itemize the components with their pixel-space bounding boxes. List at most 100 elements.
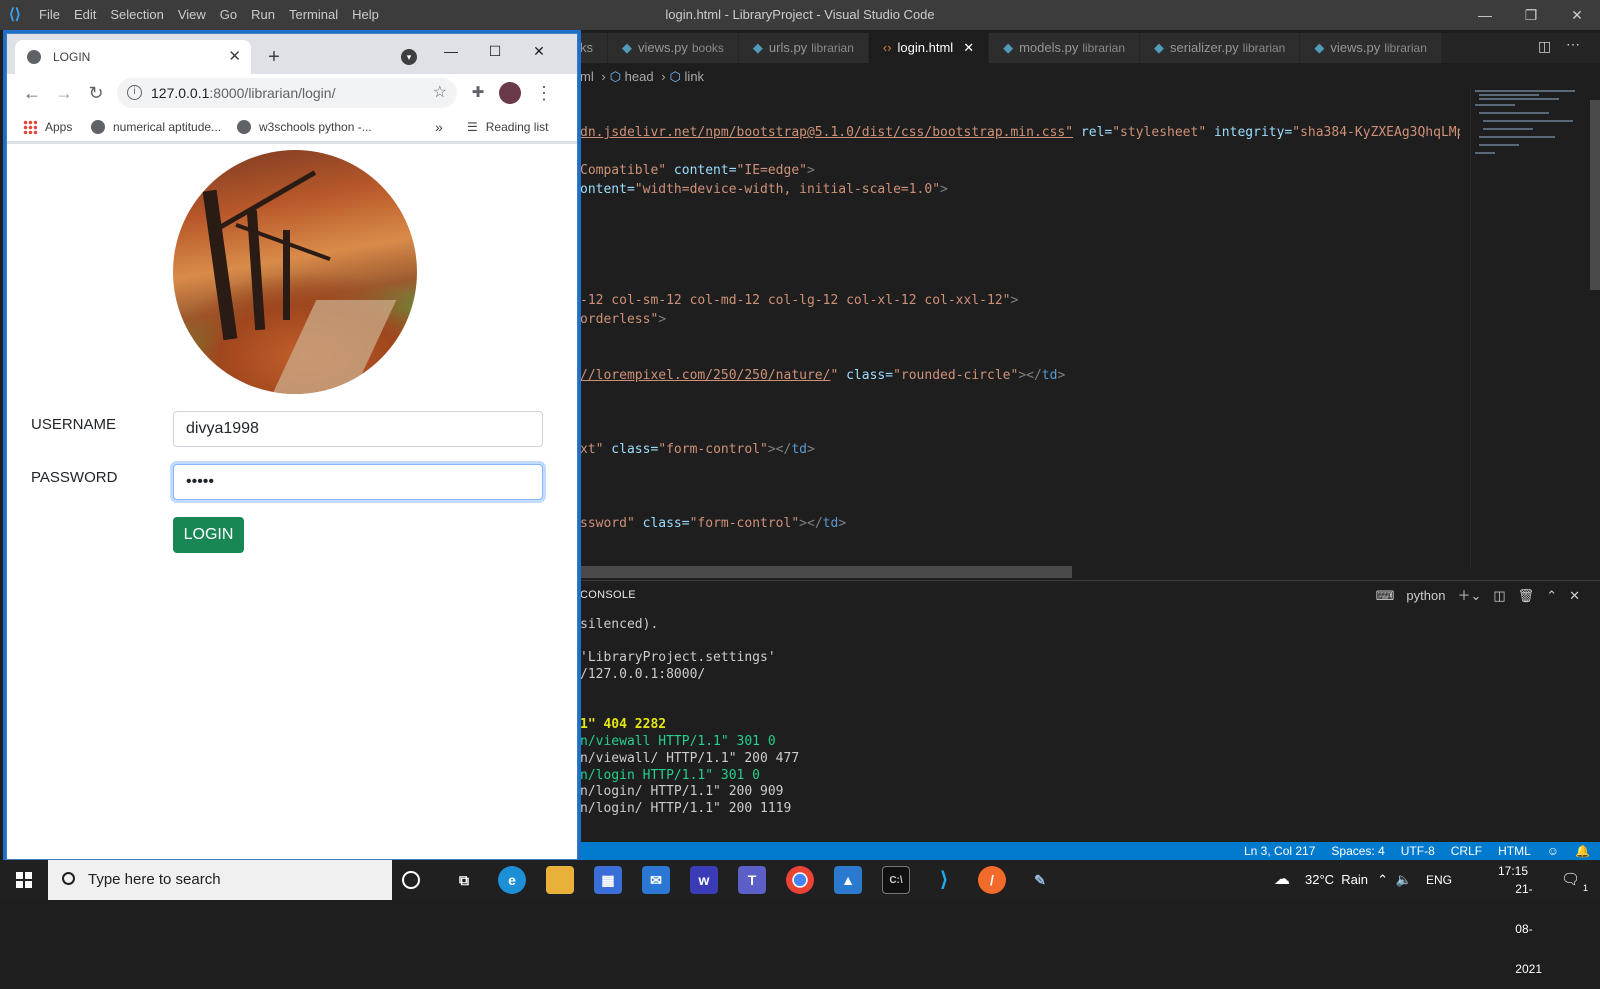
menu-kebab-icon[interactable]: ⋮ bbox=[529, 78, 559, 108]
close-window-icon[interactable]: ✕ bbox=[1554, 0, 1600, 30]
photos-icon[interactable]: ▲ bbox=[834, 866, 862, 894]
vertical-scrollbar[interactable] bbox=[1590, 100, 1600, 290]
encoding[interactable]: UTF-8 bbox=[1401, 842, 1435, 860]
indentation[interactable]: Spaces: 4 bbox=[1331, 842, 1384, 860]
terminal-line: n/viewall/ HTTP/1.1" 200 477 bbox=[580, 751, 800, 766]
code-token: //lorempixel.com/250/250/nature/ bbox=[580, 368, 831, 383]
tray-chevron-icon[interactable]: ⌃ bbox=[1377, 860, 1388, 900]
more-bookmarks-icon[interactable]: » bbox=[435, 112, 443, 142]
tab-urls-librarian[interactable]: ◆ urls.py librarian bbox=[738, 33, 869, 63]
tab-views-books[interactable]: ◆ views.py books bbox=[608, 33, 739, 63]
password-label: PASSWORD bbox=[31, 469, 118, 486]
menu-go[interactable]: Go bbox=[213, 0, 244, 30]
cmd-icon[interactable]: C:\ bbox=[882, 866, 910, 894]
file-explorer-icon[interactable] bbox=[546, 866, 574, 894]
bookmark-apps[interactable]: Apps bbox=[23, 112, 72, 142]
split-editor-icon[interactable]: ◫ bbox=[1538, 38, 1551, 55]
task-view-icon[interactable]: ⧉ bbox=[450, 866, 478, 894]
language[interactable]: ENG bbox=[1426, 860, 1452, 900]
python-file-icon: ◆ bbox=[1154, 40, 1165, 55]
teams-icon[interactable]: T bbox=[738, 866, 766, 894]
minimize-icon[interactable]: — bbox=[431, 38, 471, 64]
horizontal-scrollbar[interactable] bbox=[580, 566, 1072, 578]
clock-date[interactable]: 21-08-2021 bbox=[1515, 869, 1542, 989]
tab-login-html[interactable]: ‹› login.html ✕ bbox=[868, 33, 990, 63]
app-icon[interactable]: / bbox=[978, 866, 1006, 894]
minimize-icon[interactable]: — bbox=[1462, 0, 1508, 30]
mail-icon[interactable]: ✉ bbox=[642, 866, 670, 894]
close-tab-icon[interactable]: ✕ bbox=[228, 40, 241, 74]
maximize-panel-icon[interactable]: ⌃ bbox=[1546, 585, 1557, 607]
menu-edit[interactable]: Edit bbox=[67, 0, 103, 30]
menu-help[interactable]: Help bbox=[345, 0, 386, 30]
avatar[interactable] bbox=[499, 82, 521, 104]
username-label: USERNAME bbox=[31, 416, 117, 433]
tab-title: LOGIN bbox=[53, 50, 91, 64]
minimap[interactable] bbox=[1470, 88, 1588, 568]
tab-serializer-librarian[interactable]: ◆ serializer.py librarian bbox=[1140, 33, 1301, 63]
forward-icon[interactable]: → bbox=[49, 78, 79, 108]
start-button[interactable] bbox=[0, 860, 48, 900]
paint-icon[interactable]: ✎ bbox=[1026, 866, 1054, 894]
tab-search-icon[interactable]: ▾ bbox=[401, 49, 417, 65]
code-token: Compatible" bbox=[580, 163, 667, 178]
menu-run[interactable]: Run bbox=[244, 0, 282, 30]
menu-selection[interactable]: Selection bbox=[103, 0, 170, 30]
reload-icon[interactable]: ↻ bbox=[81, 78, 111, 108]
tab-partial[interactable]: ks bbox=[580, 33, 608, 63]
cursor-position[interactable]: Ln 3, Col 217 bbox=[1244, 842, 1315, 860]
code-token: "width=device-width, initial-scale=1.0" bbox=[634, 182, 941, 197]
panel-tab-console[interactable]: CONSOLE bbox=[580, 589, 636, 601]
code-editor[interactable]: dn.jsdelivr.net/npm/bootstrap@5.1.0/dist… bbox=[580, 125, 1460, 565]
new-tab-icon[interactable]: + bbox=[259, 42, 289, 72]
shell-name[interactable]: python bbox=[1406, 585, 1445, 607]
volume-icon[interactable]: 🔈 bbox=[1396, 860, 1412, 900]
address-bar[interactable]: i 127.0.0.1:8000/librarian/login/ ☆ bbox=[117, 78, 457, 108]
menu-view[interactable]: View bbox=[171, 0, 213, 30]
close-tab-icon[interactable]: ✕ bbox=[963, 40, 974, 55]
more-actions-icon[interactable]: ⋯ bbox=[1566, 36, 1580, 53]
tab-models-librarian[interactable]: ◆ models.py librarian bbox=[989, 33, 1141, 63]
weather[interactable]: 32°C Rain bbox=[1305, 860, 1368, 900]
username-field[interactable]: divya1998 bbox=[173, 411, 543, 447]
bell-icon[interactable]: 🔔 bbox=[1575, 842, 1590, 860]
cortana-icon[interactable] bbox=[402, 871, 420, 889]
star-icon[interactable]: ☆ bbox=[433, 78, 447, 108]
url-host: 127.0.0.1 bbox=[151, 85, 210, 101]
bookmark-w3schools[interactable]: w3schools python -... bbox=[237, 112, 372, 142]
breadcrumb-item[interactable]: head bbox=[625, 69, 654, 84]
new-terminal-icon[interactable]: ＋⌄ bbox=[1457, 585, 1481, 607]
taskbar-search[interactable]: Type here to search bbox=[48, 860, 392, 900]
menu-file[interactable]: File bbox=[32, 0, 67, 30]
back-icon[interactable]: ← bbox=[17, 78, 47, 108]
vscode-icon[interactable]: ⟩ bbox=[930, 866, 958, 894]
store-icon[interactable]: ▦ bbox=[594, 866, 622, 894]
menu-terminal[interactable]: Terminal bbox=[282, 0, 345, 30]
extensions-icon[interactable]: ✚ bbox=[463, 78, 493, 108]
info-icon[interactable]: i bbox=[127, 85, 142, 100]
reading-list[interactable]: ☰ Reading list bbox=[467, 112, 548, 142]
browser-toolbar: ← → ↻ i 127.0.0.1:8000/librarian/login/ … bbox=[7, 74, 577, 112]
split-terminal-icon[interactable]: ◫ bbox=[1493, 585, 1505, 607]
bookmark-numerical[interactable]: numerical aptitude... bbox=[91, 112, 221, 142]
code-token: "IE=edge" bbox=[736, 163, 807, 178]
breadcrumb-item[interactable]: link bbox=[685, 69, 705, 84]
login-button[interactable]: LOGIN bbox=[173, 517, 244, 553]
terminal-line: n/viewall HTTP/1.1" 301 0 bbox=[580, 734, 776, 749]
browser-tab[interactable]: LOGIN ✕ bbox=[15, 40, 251, 74]
close-panel-icon[interactable]: ✕ bbox=[1569, 585, 1580, 607]
webex-icon[interactable]: w bbox=[690, 866, 718, 894]
close-window-icon[interactable]: ✕ bbox=[519, 38, 559, 64]
password-field[interactable]: ••••• bbox=[173, 464, 543, 500]
tab-views-librarian[interactable]: ◆ views.py librarian bbox=[1300, 33, 1442, 63]
restore-icon[interactable]: ❐ bbox=[1508, 0, 1554, 30]
trash-icon[interactable]: 🗑 bbox=[1518, 585, 1535, 607]
edge-icon[interactable]: e bbox=[498, 866, 526, 894]
breadcrumb-item[interactable]: ml bbox=[580, 69, 594, 84]
weather-icon: ☁ bbox=[1274, 871, 1290, 888]
feedback-icon[interactable]: ☺ bbox=[1547, 842, 1559, 860]
maximize-icon[interactable]: ☐ bbox=[475, 38, 515, 64]
line-ending[interactable]: CRLF bbox=[1451, 842, 1482, 860]
notification-icon[interactable]: 🗨 bbox=[1561, 860, 1580, 900]
chrome-icon[interactable] bbox=[786, 866, 814, 894]
